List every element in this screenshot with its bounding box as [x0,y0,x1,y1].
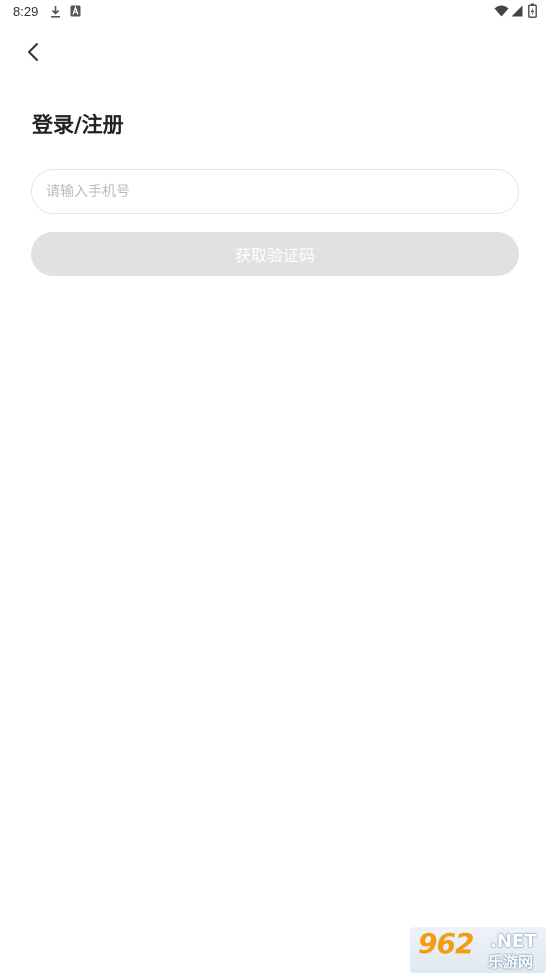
watermark-suffix: .NET [490,931,537,952]
back-button[interactable] [20,38,48,66]
battery-icon [528,3,537,18]
page-title: 登录/注册 [32,113,124,137]
status-time: 8:29 [13,4,39,19]
watermark-number: 962 [418,927,474,960]
watermark-logo: 962 .NET 乐游网 [410,927,546,973]
wifi-icon [494,5,509,17]
get-verification-code-button[interactable]: 获取验证码 [31,232,519,276]
notification-a-icon [70,5,81,17]
signal-icon [511,5,523,17]
status-bar: 8:29 [0,0,550,24]
download-icon [51,6,60,18]
watermark-site: 乐游网 [488,953,534,971]
chevron-left-icon [28,43,38,61]
phone-number-input[interactable] [31,169,519,214]
